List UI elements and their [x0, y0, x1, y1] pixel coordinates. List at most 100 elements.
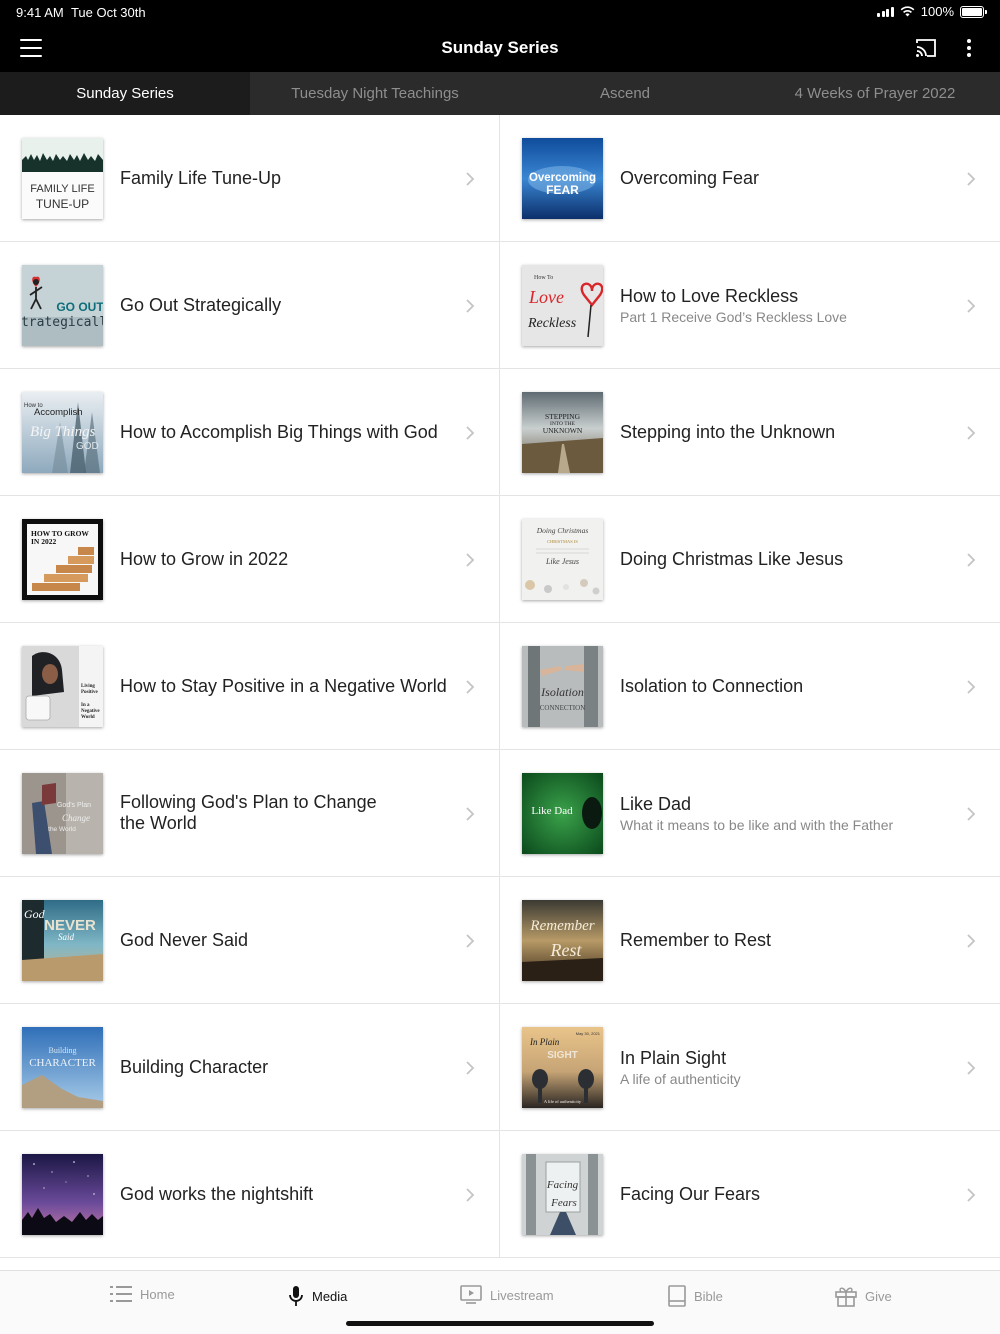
svg-text:IN 2022: IN 2022	[31, 537, 56, 546]
tab-ascend[interactable]: Ascend	[500, 72, 750, 115]
chevron-right-icon	[466, 299, 475, 313]
svg-text:How To: How To	[534, 275, 553, 281]
svg-text:May 30, 2021: May 30, 2021	[576, 1031, 601, 1036]
tab-tuesday-night-teachings[interactable]: Tuesday Night Teachings	[250, 72, 500, 115]
tab-sunday-series[interactable]: Sunday Series	[0, 72, 250, 115]
series-subtitle: A life of authenticity	[620, 1070, 741, 1087]
tab-4-weeks-of-prayer[interactable]: 4 Weeks of Prayer 2022	[750, 72, 1000, 115]
bottom-nav-home[interactable]: Home	[110, 1285, 175, 1303]
svg-text:CHARACTER: CHARACTER	[29, 1057, 96, 1069]
series-item[interactable]: STEPPING INTO THE UNKNOWN Stepping into …	[500, 369, 1000, 496]
svg-text:Rest: Rest	[550, 940, 583, 960]
svg-text:Reckless: Reckless	[527, 316, 577, 331]
chevron-right-icon	[967, 299, 976, 313]
series-subtitle: Part 1 Receive God’s Reckless Love	[620, 308, 847, 325]
svg-text:A life of authenticity: A life of authenticity	[544, 1099, 582, 1104]
svg-text:Change: Change	[62, 813, 90, 823]
series-thumbnail: May 30, 2021 In Plain SIGHT A life of au…	[522, 1027, 603, 1108]
status-time: 9:41 AM Tue Oct 30th	[16, 5, 146, 20]
series-item[interactable]: How to Accomplish Big Things GOD How to …	[0, 369, 500, 496]
svg-text:strategically: strategically	[22, 315, 103, 330]
series-item[interactable]: Building CHARACTER Building Character	[0, 1004, 500, 1131]
chevron-right-icon	[967, 426, 976, 440]
series-item[interactable]: GO OUT strategically Go Out Strategicall…	[0, 242, 500, 369]
series-item[interactable]: Facing Fears Facing Our Fears	[500, 1131, 1000, 1258]
chevron-right-icon	[466, 934, 475, 948]
svg-text:FEAR: FEAR	[546, 183, 579, 197]
svg-text:In Plain: In Plain	[529, 1037, 560, 1047]
svg-text:TUNE-UP: TUNE-UP	[36, 197, 89, 211]
series-thumbnail: God NEVER Said	[22, 900, 103, 981]
series-item[interactable]: Remember Rest Remember to Rest	[500, 877, 1000, 1004]
microphone-icon	[289, 1286, 303, 1306]
bottom-nav-label: Media	[312, 1288, 348, 1304]
series-title: Overcoming Fear	[620, 167, 760, 188]
svg-text:Like Jesus: Like Jesus	[545, 557, 579, 566]
more-options-icon[interactable]	[958, 36, 980, 60]
series-grid: FAMILY LIFE TUNE-UP Family Life Tune-Up …	[0, 115, 1000, 1258]
series-title: Remember to Rest	[620, 929, 772, 950]
series-title: Stepping into the Unknown	[620, 421, 836, 442]
series-item[interactable]: God works the nightshift	[0, 1131, 500, 1258]
series-item[interactable]: Living Positive In a Negative World How …	[0, 623, 500, 750]
svg-text:Doing Christmas: Doing Christmas	[536, 526, 589, 535]
series-item[interactable]: God's Plan Change the World Following Go…	[0, 750, 500, 877]
series-title: Building Character	[120, 1056, 269, 1077]
svg-text:Remember: Remember	[529, 918, 594, 934]
svg-text:Isolation: Isolation	[540, 685, 584, 699]
bottom-nav-label: Home	[140, 1286, 175, 1302]
series-item[interactable]: FAMILY LIFE TUNE-UP Family Life Tune-Up	[0, 115, 500, 242]
series-thumbnail	[22, 1154, 103, 1235]
svg-text:Positive: Positive	[81, 690, 98, 695]
svg-text:UNKNOWN: UNKNOWN	[543, 426, 583, 435]
series-thumbnail: Remember Rest	[522, 900, 603, 981]
bottom-nav-livestream[interactable]: Livestream	[460, 1285, 554, 1305]
svg-text:God: God	[24, 907, 46, 921]
svg-text:GO OUT: GO OUT	[56, 300, 103, 314]
list-icon	[110, 1286, 132, 1302]
series-title: How to Love Reckless	[620, 285, 799, 306]
series-thumbnail: How To Love Reckless	[522, 265, 603, 346]
series-thumbnail: FAMILY LIFE TUNE-UP	[22, 138, 103, 219]
svg-text:Big Things: Big Things	[30, 424, 96, 440]
svg-text:Facing: Facing	[546, 1179, 579, 1191]
book-icon	[668, 1285, 686, 1307]
chevron-right-icon	[967, 680, 976, 694]
bottom-nav-label: Give	[865, 1288, 892, 1304]
svg-text:Love: Love	[528, 287, 564, 307]
series-thumbnail: God's Plan Change the World	[22, 773, 103, 854]
series-title: How to Grow in 2022	[120, 548, 289, 569]
bottom-nav-bible[interactable]: Bible	[668, 1285, 723, 1307]
series-item[interactable]: Overcoming FEAR Overcoming Fear	[500, 115, 1000, 242]
chevron-right-icon	[967, 1188, 976, 1202]
chevron-right-icon	[466, 1061, 475, 1075]
svg-text:GOD: GOD	[76, 441, 99, 452]
bottom-nav-give[interactable]: Give	[835, 1285, 892, 1307]
svg-text:Living: Living	[81, 684, 95, 689]
series-item[interactable]: HOW TO GROW IN 2022 How to Grow in 2022	[0, 496, 500, 623]
status-bar: 9:41 AM Tue Oct 30th 100%	[0, 0, 1000, 24]
chevron-right-icon	[967, 934, 976, 948]
home-indicator[interactable]	[346, 1321, 654, 1326]
chevron-right-icon	[466, 807, 475, 821]
series-title: Family Life Tune-Up	[120, 167, 282, 188]
cast-icon[interactable]	[914, 37, 938, 59]
series-item[interactable]: How To Love Reckless How to Love Reckles…	[500, 242, 1000, 369]
bottom-nav-media[interactable]: Media	[288, 1285, 347, 1307]
chevron-right-icon	[967, 807, 976, 821]
series-item[interactable]: God NEVER Said God Never Said	[0, 877, 500, 1004]
series-title: Facing Our Fears	[620, 1183, 761, 1204]
battery-icon	[960, 5, 987, 18]
series-item[interactable]: Doing Christmas CHRISTMAS IS Like Jesus …	[500, 496, 1000, 623]
series-thumbnail: Living Positive In a Negative World	[22, 646, 103, 727]
series-item[interactable]: May 30, 2021 In Plain SIGHT A life of au…	[500, 1004, 1000, 1131]
status-clock: 9:41 AM	[16, 5, 64, 20]
battery-percent: 100%	[920, 4, 954, 19]
series-thumbnail: Isolation CONNECTION	[522, 646, 603, 727]
gift-icon	[835, 1287, 857, 1307]
series-item[interactable]: Like Dad Like Dad What it means to be li…	[500, 750, 1000, 877]
series-title: God works the nightshift	[120, 1183, 314, 1204]
status-date: Tue Oct 30th	[70, 5, 146, 20]
svg-text:the World: the World	[48, 826, 76, 833]
series-item[interactable]: Isolation CONNECTION Isolation to Connec…	[500, 623, 1000, 750]
